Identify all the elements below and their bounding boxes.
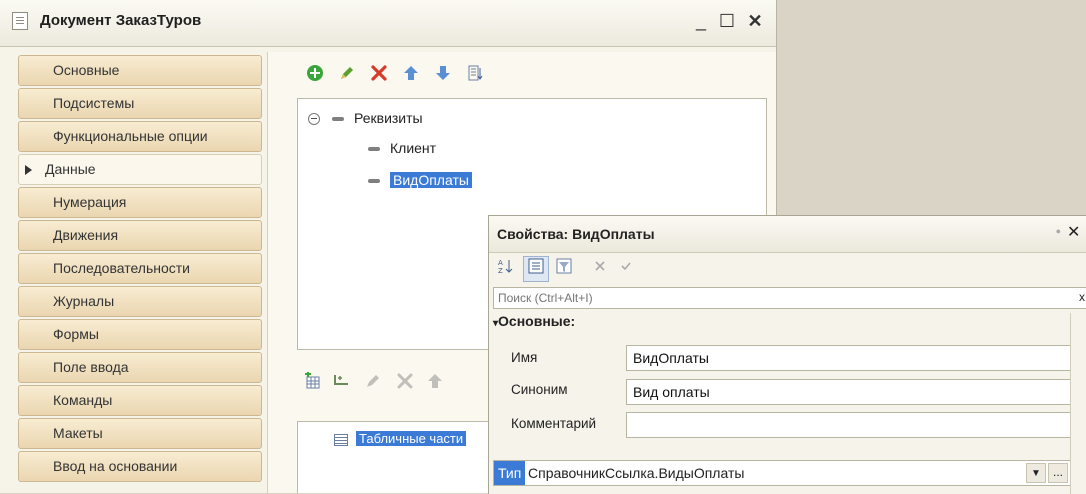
- attribute-icon: [368, 179, 380, 184]
- tree-item-label: ВидОплаты: [390, 172, 472, 188]
- tree-item[interactable]: Клиент: [368, 137, 436, 159]
- tree-item-label: Клиент: [390, 140, 437, 156]
- tab-label: Ввод на основании: [53, 458, 178, 474]
- tab-item[interactable]: Движения: [18, 220, 262, 251]
- document-title: Документ ЗаказТуров: [40, 12, 202, 29]
- tree-item-selected[interactable]: ВидОплаты: [368, 169, 472, 191]
- document-titlebar[interactable]: Документ ЗаказТуров _ ☐ ✕: [0, 0, 776, 47]
- tab-item[interactable]: Основные: [18, 55, 262, 86]
- tabular-sections-tree[interactable]: Табличные части: [297, 421, 494, 493]
- tab-label: Последовательности: [53, 260, 190, 276]
- svg-text:Z: Z: [498, 267, 503, 275]
- comment-label: Комментарий: [511, 416, 597, 431]
- arrow-up-icon[interactable]: [401, 64, 421, 84]
- tab-item[interactable]: Журналы: [18, 286, 262, 317]
- tab-label: Функциональные опции: [53, 128, 208, 144]
- type-dropdown-icon[interactable]: ▼: [1026, 463, 1046, 483]
- document-icon: [12, 12, 28, 30]
- comment-field[interactable]: [626, 412, 1071, 438]
- properties-titlebar[interactable]: Свойства: ВидОплаты ● ✕: [489, 216, 1086, 253]
- pencil-icon[interactable]: [363, 372, 383, 392]
- tab-label: Команды: [53, 392, 113, 408]
- add-column-icon[interactable]: [331, 372, 351, 392]
- name-field[interactable]: ВидОплаты: [626, 345, 1071, 371]
- svg-text:A: A: [498, 259, 503, 267]
- type-field[interactable]: Тип СправочникСсылка.ВидыОплаты ▼ ...: [493, 460, 1071, 486]
- tab-item[interactable]: Формы: [18, 319, 262, 350]
- pencil-icon[interactable]: [337, 64, 357, 84]
- tab-label: Нумерация: [53, 194, 127, 210]
- sort-alphabetical-icon[interactable]: AZ: [493, 256, 519, 282]
- tab-label: Журналы: [53, 293, 115, 309]
- tab-item[interactable]: Последовательности: [18, 253, 262, 284]
- minimize-button[interactable]: _: [690, 8, 712, 34]
- delete-icon[interactable]: [395, 372, 415, 392]
- tabular-sections-row[interactable]: Табличные части: [334, 428, 467, 450]
- tab-label: Поле ввода: [53, 359, 129, 375]
- search-clear-button[interactable]: x: [1079, 290, 1085, 304]
- pin-icon[interactable]: ●: [1056, 226, 1061, 236]
- tab-label: Формы: [53, 326, 99, 342]
- type-label: Тип: [494, 461, 526, 485]
- type-value: СправочникСсылка.ВидыОплаты: [528, 465, 745, 481]
- tree-root-row[interactable]: Реквизиты: [308, 107, 423, 129]
- attribute-icon: [368, 147, 380, 152]
- type-select-button[interactable]: ...: [1048, 463, 1068, 483]
- tab-item[interactable]: Команды: [18, 385, 262, 416]
- tab-item[interactable]: Нумерация: [18, 187, 262, 218]
- tab-label: Подсистемы: [53, 95, 135, 111]
- filter-icon[interactable]: [551, 256, 577, 282]
- clear-icon[interactable]: [587, 256, 613, 282]
- categorized-icon[interactable]: [523, 256, 549, 282]
- attribute-group-icon: [332, 117, 344, 122]
- tab-item[interactable]: Функциональные опции: [18, 121, 262, 152]
- tab-label: Данные: [45, 161, 96, 177]
- properties-scrollbar[interactable]: [1070, 313, 1086, 494]
- sort-icon[interactable]: [465, 64, 485, 84]
- add-table-icon[interactable]: [303, 372, 323, 392]
- maximize-button[interactable]: ☐: [716, 8, 738, 34]
- tab-label: Движения: [53, 227, 119, 243]
- table-icon: [334, 433, 348, 446]
- active-tab-arrow-icon: [25, 165, 32, 175]
- arrow-down-icon[interactable]: [433, 64, 453, 84]
- tab-label: Основные: [53, 62, 120, 78]
- tab-item[interactable]: Подсистемы: [18, 88, 262, 119]
- properties-section-header[interactable]: ▾Основные:: [493, 313, 575, 329]
- tab-item[interactable]: Поле ввода: [18, 352, 262, 383]
- close-button[interactable]: ✕: [744, 8, 766, 34]
- add-icon[interactable]: [305, 64, 325, 84]
- synonym-field[interactable]: Вид оплаты: [626, 379, 1071, 405]
- synonym-label: Синоним: [511, 382, 568, 397]
- section-tabs: Основные Подсистемы Функциональные опции Да…: [18, 55, 262, 493]
- properties-search-input[interactable]: [493, 287, 1086, 309]
- properties-title: Свойства: ВидОплаты: [497, 226, 655, 242]
- delete-icon[interactable]: [369, 64, 389, 84]
- properties-window: Свойства: ВидОплаты ● ✕ AZ x ▾Основные: …: [488, 215, 1086, 494]
- tab-label: Макеты: [53, 425, 103, 441]
- arrow-up-icon[interactable]: [425, 372, 445, 392]
- section-title: Основные:: [498, 313, 576, 329]
- properties-close-button[interactable]: ✕: [1067, 222, 1086, 242]
- tab-item[interactable]: Макеты: [18, 418, 262, 449]
- name-label: Имя: [511, 350, 538, 365]
- check-icon[interactable]: [613, 256, 639, 282]
- tabular-sections-label: Табличные части: [356, 431, 467, 446]
- tab-item[interactable]: Ввод на основании: [18, 451, 262, 482]
- tab-item[interactable]: Данные: [18, 154, 262, 185]
- collapse-icon[interactable]: [308, 113, 320, 126]
- tree-root-label: Реквизиты: [354, 110, 423, 126]
